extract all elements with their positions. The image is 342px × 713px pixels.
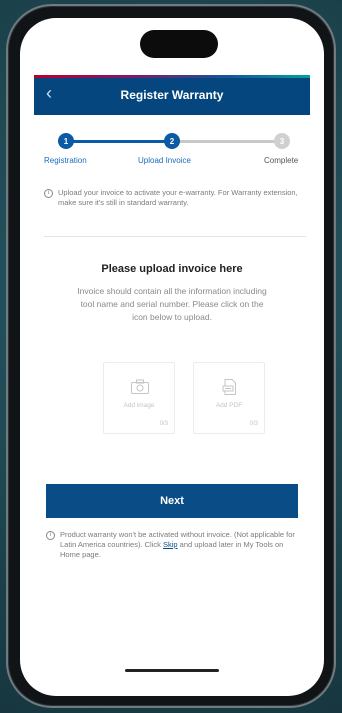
info-message: i Upload your invoice to activate your e… xyxy=(44,188,306,208)
step-2-label: Upload Invoice xyxy=(138,156,191,165)
back-chevron-icon[interactable]: ‹ xyxy=(46,83,52,104)
info-icon: i xyxy=(46,531,55,540)
add-pdf-label: Add PDF xyxy=(215,402,243,409)
add-pdf-button[interactable]: Add PDF 0/3 xyxy=(193,362,265,434)
step-1-indicator: 1 xyxy=(58,133,74,149)
progress-stepper: 1 2 3 Registration Upload Invoice Comple… xyxy=(34,126,310,172)
upload-title: Please upload invoice here xyxy=(101,263,243,275)
upload-description: Invoice should contain all the informati… xyxy=(77,286,267,322)
divider xyxy=(44,236,306,237)
info-text: Upload your invoice to activate your e-w… xyxy=(58,188,298,207)
step-2-indicator: 2 xyxy=(164,133,180,149)
camera-icon xyxy=(131,379,149,394)
info-icon: i xyxy=(44,189,53,198)
add-pdf-count: 0/3 xyxy=(249,421,258,427)
pdf-document-icon xyxy=(222,379,236,395)
add-image-label: Add image xyxy=(123,402,155,409)
stepper-line-pending xyxy=(174,140,276,143)
stepper-line-complete xyxy=(70,140,165,143)
note-text: Product warranty won't be activated with… xyxy=(60,530,302,560)
home-indicator[interactable] xyxy=(125,669,219,672)
add-image-count: 0/3 xyxy=(159,421,168,427)
invoice-note: i Product warranty won't be activated wi… xyxy=(46,530,302,560)
app-header: ‹ Register Warranty xyxy=(34,75,310,115)
skip-link[interactable]: Skip xyxy=(163,540,178,549)
add-image-button[interactable]: Add image 0/3 xyxy=(103,362,175,434)
next-button[interactable]: Next xyxy=(46,484,298,518)
step-3-indicator: 3 xyxy=(274,133,290,149)
phone-frame: ‹ Register Warranty 1 2 3 Registration U… xyxy=(6,4,336,708)
step-3-label: Complete xyxy=(264,156,299,165)
page-title: Register Warranty xyxy=(120,88,224,102)
dynamic-island xyxy=(140,30,218,58)
step-1-label: Registration xyxy=(44,156,87,165)
phone-screen: ‹ Register Warranty 1 2 3 Registration U… xyxy=(20,18,324,696)
